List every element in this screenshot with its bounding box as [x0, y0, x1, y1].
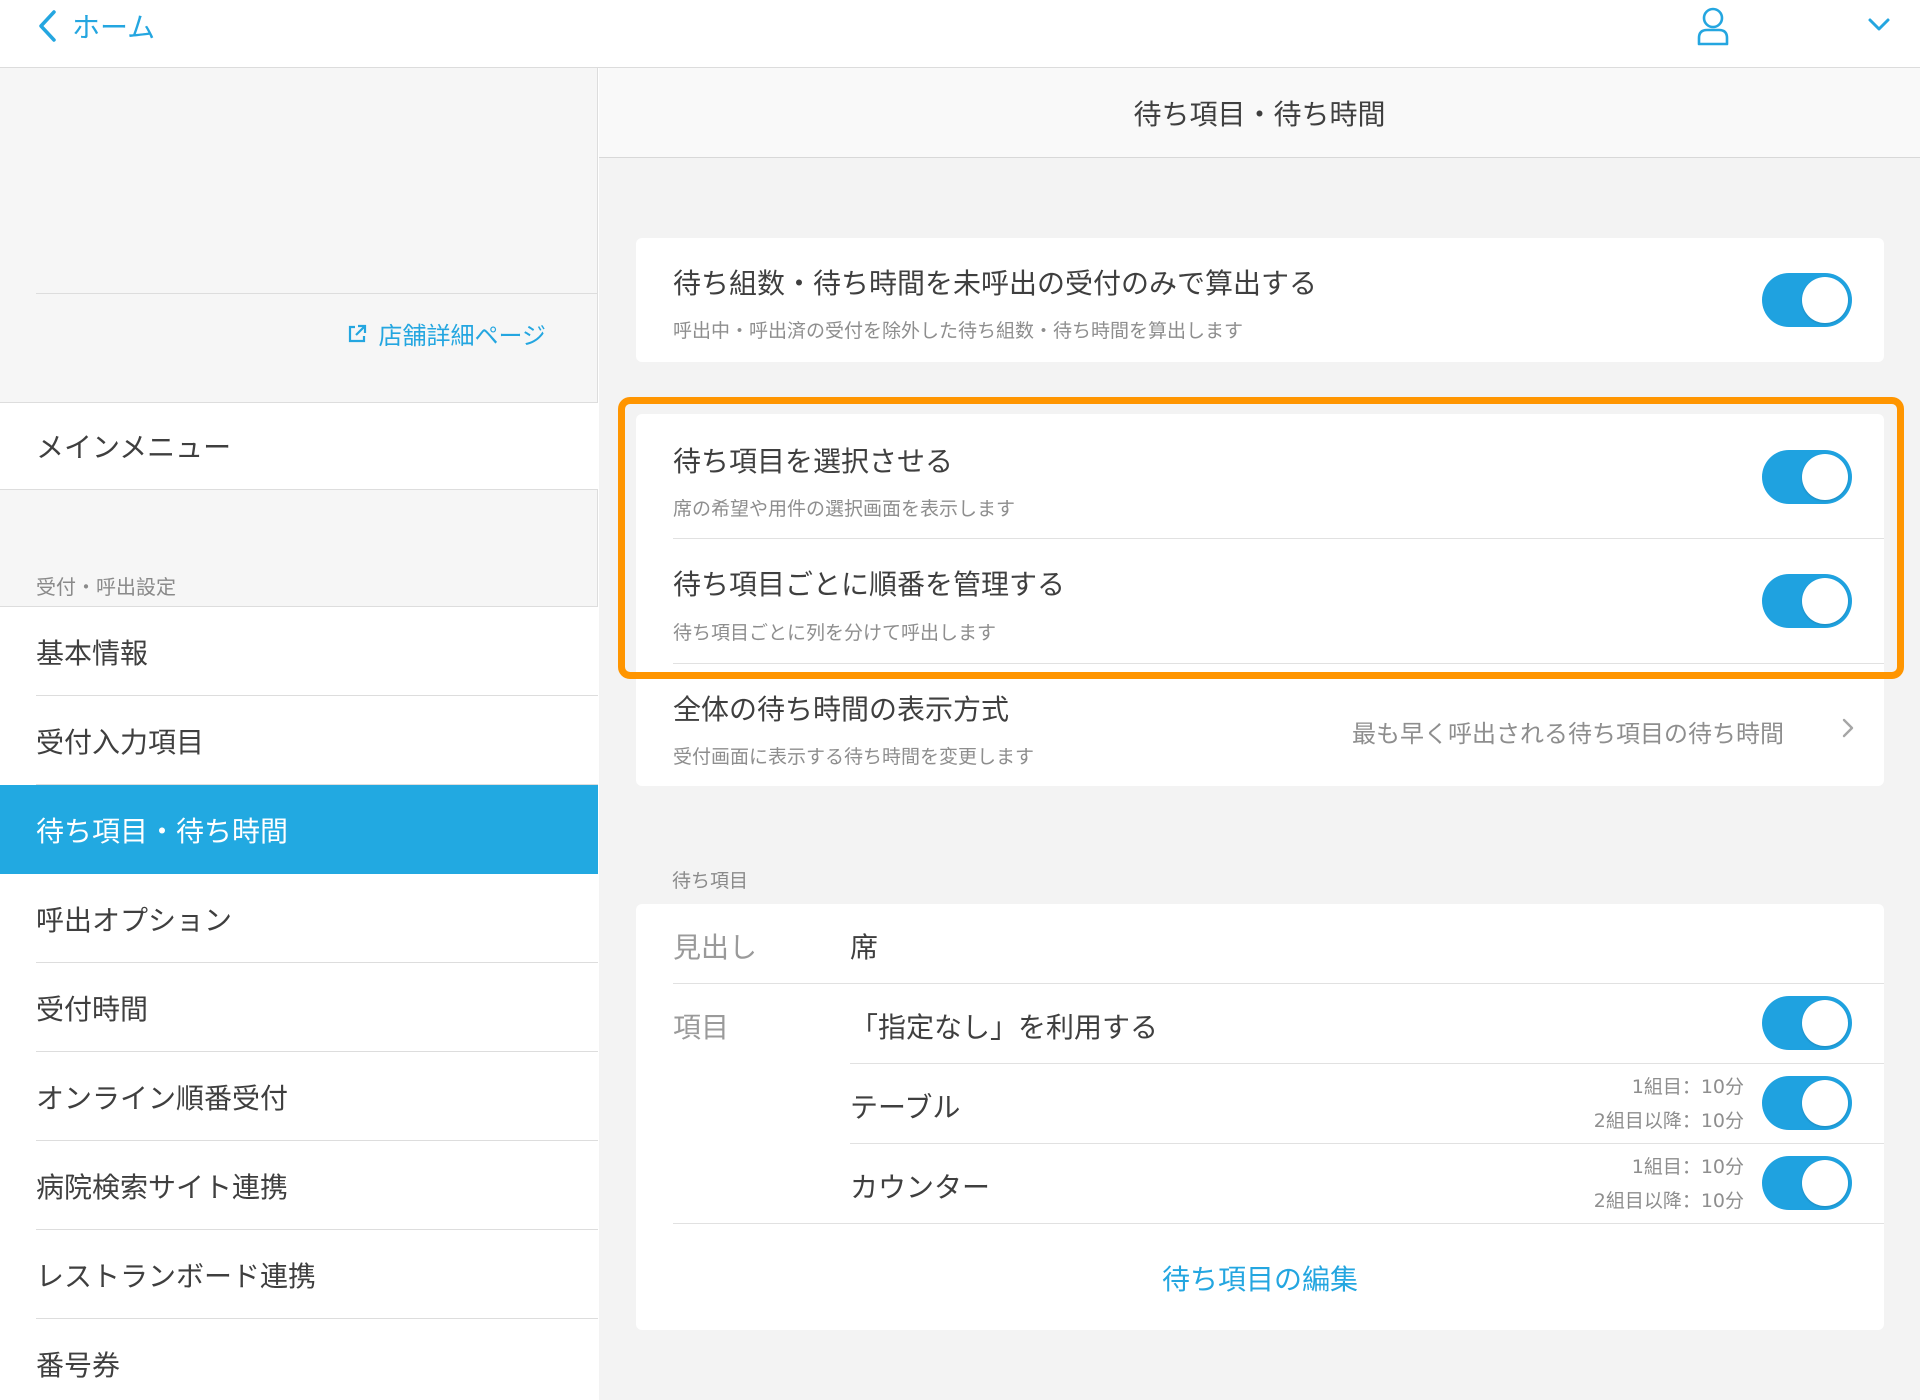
section-label: 受付・呼出設定: [36, 575, 176, 599]
first-group-time: 1組目：10分: [1631, 1076, 1744, 1098]
item-wait-times: 1組目：10分 2組目以降：10分: [1544, 1070, 1744, 1138]
toggle-select-items[interactable]: [1762, 450, 1852, 504]
user-icon[interactable]: [1696, 6, 1730, 46]
setting-row-manage-order: 待ち項目ごとに順番を管理する 待ち項目ごとに列を分けて呼出します: [636, 539, 1884, 663]
toggle-table[interactable]: [1762, 1076, 1852, 1130]
toggle-knob: [1802, 277, 1848, 323]
top-bar: ホーム: [0, 0, 1920, 68]
sidebar-item-wait-items[interactable]: 待ち項目・待ち時間: [0, 785, 598, 874]
setting-title: 全体の待ち時間の表示方式: [673, 693, 1010, 726]
sidebar-item-restaurant-board[interactable]: レストランボード連携: [0, 1230, 598, 1319]
toggle-knob: [1802, 1160, 1848, 1206]
external-link-icon: [349, 324, 367, 342]
toggle-no-preference[interactable]: [1762, 996, 1852, 1050]
toggle-knob: [1802, 1080, 1848, 1126]
store-detail-link-label: 店舗詳細ページ: [378, 322, 546, 350]
back-button[interactable]: ホーム: [36, 6, 155, 46]
sidebar-item-number-ticket[interactable]: 番号券: [0, 1319, 598, 1400]
wait-items-card: 見出し 席 項目 「指定なし」を利用する テーブル 1組目：10分 2組目以降：…: [636, 904, 1884, 1330]
toggle-knob: [1802, 454, 1848, 500]
item-wait-times: 1組目：10分 2組目以降：10分: [1544, 1150, 1744, 1218]
wait-items-caption: 待ち項目: [672, 870, 749, 892]
subsequent-group-time: 2組目以降：10分: [1593, 1190, 1744, 1212]
sidebar-item-reception-fields[interactable]: 受付入力項目: [0, 696, 598, 785]
toggle-count-uncalled[interactable]: [1762, 273, 1852, 327]
sidebar-nav: 基本情報 受付入力項目 待ち項目・待ち時間 呼出オプション 受付時間 オンライン…: [0, 606, 598, 1400]
back-label: ホーム: [72, 11, 156, 44]
sidebar-item-reception-hours[interactable]: 受付時間: [0, 963, 598, 1052]
heading-value: 席: [850, 931, 879, 964]
toggle-knob: [1802, 578, 1848, 624]
sidebar-header: 店舗詳細ページ: [0, 68, 598, 402]
setting-title: 待ち項目を選択させる: [673, 445, 954, 478]
setting-row-display-mode[interactable]: 全体の待ち時間の表示方式 受付画面に表示する待ち時間を変更します 最も早く呼出さ…: [636, 664, 1884, 786]
item-name: テーブル: [850, 1091, 961, 1124]
sidebar-item-hospital-search[interactable]: 病院検索サイト連携: [0, 1141, 598, 1230]
setting-subtitle: 呼出中・呼出済の受付を除外した待ち組数・待ち時間を算出します: [673, 320, 1244, 342]
divider: [673, 983, 1884, 984]
divider: [850, 1063, 1884, 1064]
setting-subtitle: 受付画面に表示する待ち時間を変更します: [673, 746, 1035, 768]
heading-label: 見出し: [673, 931, 758, 964]
setting-row-select-items: 待ち項目を選択させる 席の希望や用件の選択画面を表示します: [636, 414, 1884, 538]
items-label: 項目: [673, 1011, 730, 1044]
chevron-right-icon: [1842, 718, 1854, 738]
item-name: カウンター: [850, 1171, 991, 1204]
chevron-left-icon: [39, 10, 56, 42]
store-detail-link[interactable]: 店舗詳細ページ: [346, 316, 546, 351]
subsequent-group-time: 2組目以降：10分: [1593, 1110, 1744, 1132]
divider: [673, 1223, 1884, 1224]
setting-subtitle: 席の希望や用件の選択画面を表示します: [673, 498, 1016, 520]
sidebar-item-call-options[interactable]: 呼出オプション: [0, 874, 598, 963]
divider: [850, 1143, 1884, 1144]
setting-card-wait-items: 待ち項目を選択させる 席の希望や用件の選択画面を表示します 待ち項目ごとに順番を…: [636, 414, 1884, 786]
page-title: 待ち項目・待ち時間: [599, 68, 1920, 158]
sidebar-item-online-queue[interactable]: オンライン順番受付: [0, 1052, 598, 1141]
setting-subtitle: 待ち項目ごとに列を分けて呼出します: [673, 622, 997, 644]
main-menu-item[interactable]: メインメニュー: [0, 402, 598, 490]
sidebar-item-basic-info[interactable]: 基本情報: [0, 607, 598, 696]
first-group-time: 1組目：10分: [1631, 1156, 1744, 1178]
setting-title: 待ち組数・待ち時間を未呼出の受付のみで算出する: [673, 267, 1318, 300]
edit-wait-items-link[interactable]: 待ち項目の編集: [636, 1258, 1884, 1298]
chevron-down-icon[interactable]: [1866, 12, 1892, 38]
toggle-manage-order[interactable]: [1762, 574, 1852, 628]
toggle-knob: [1802, 1000, 1848, 1046]
sidebar: 店舗詳細ページ メインメニュー 受付・呼出設定 基本情報 受付入力項目 待ち項目…: [0, 68, 598, 1400]
divider: [36, 293, 598, 294]
setting-card-count: 待ち組数・待ち時間を未呼出の受付のみで算出する 呼出中・呼出済の受付を除外した待…: [636, 238, 1884, 362]
display-mode-value: 最も早く呼出される待ち項目の待ち時間: [1352, 720, 1784, 748]
setting-title: 待ち項目ごとに順番を管理する: [673, 568, 1066, 601]
item-name: 「指定なし」を利用する: [850, 1011, 1159, 1044]
toggle-counter[interactable]: [1762, 1156, 1852, 1210]
